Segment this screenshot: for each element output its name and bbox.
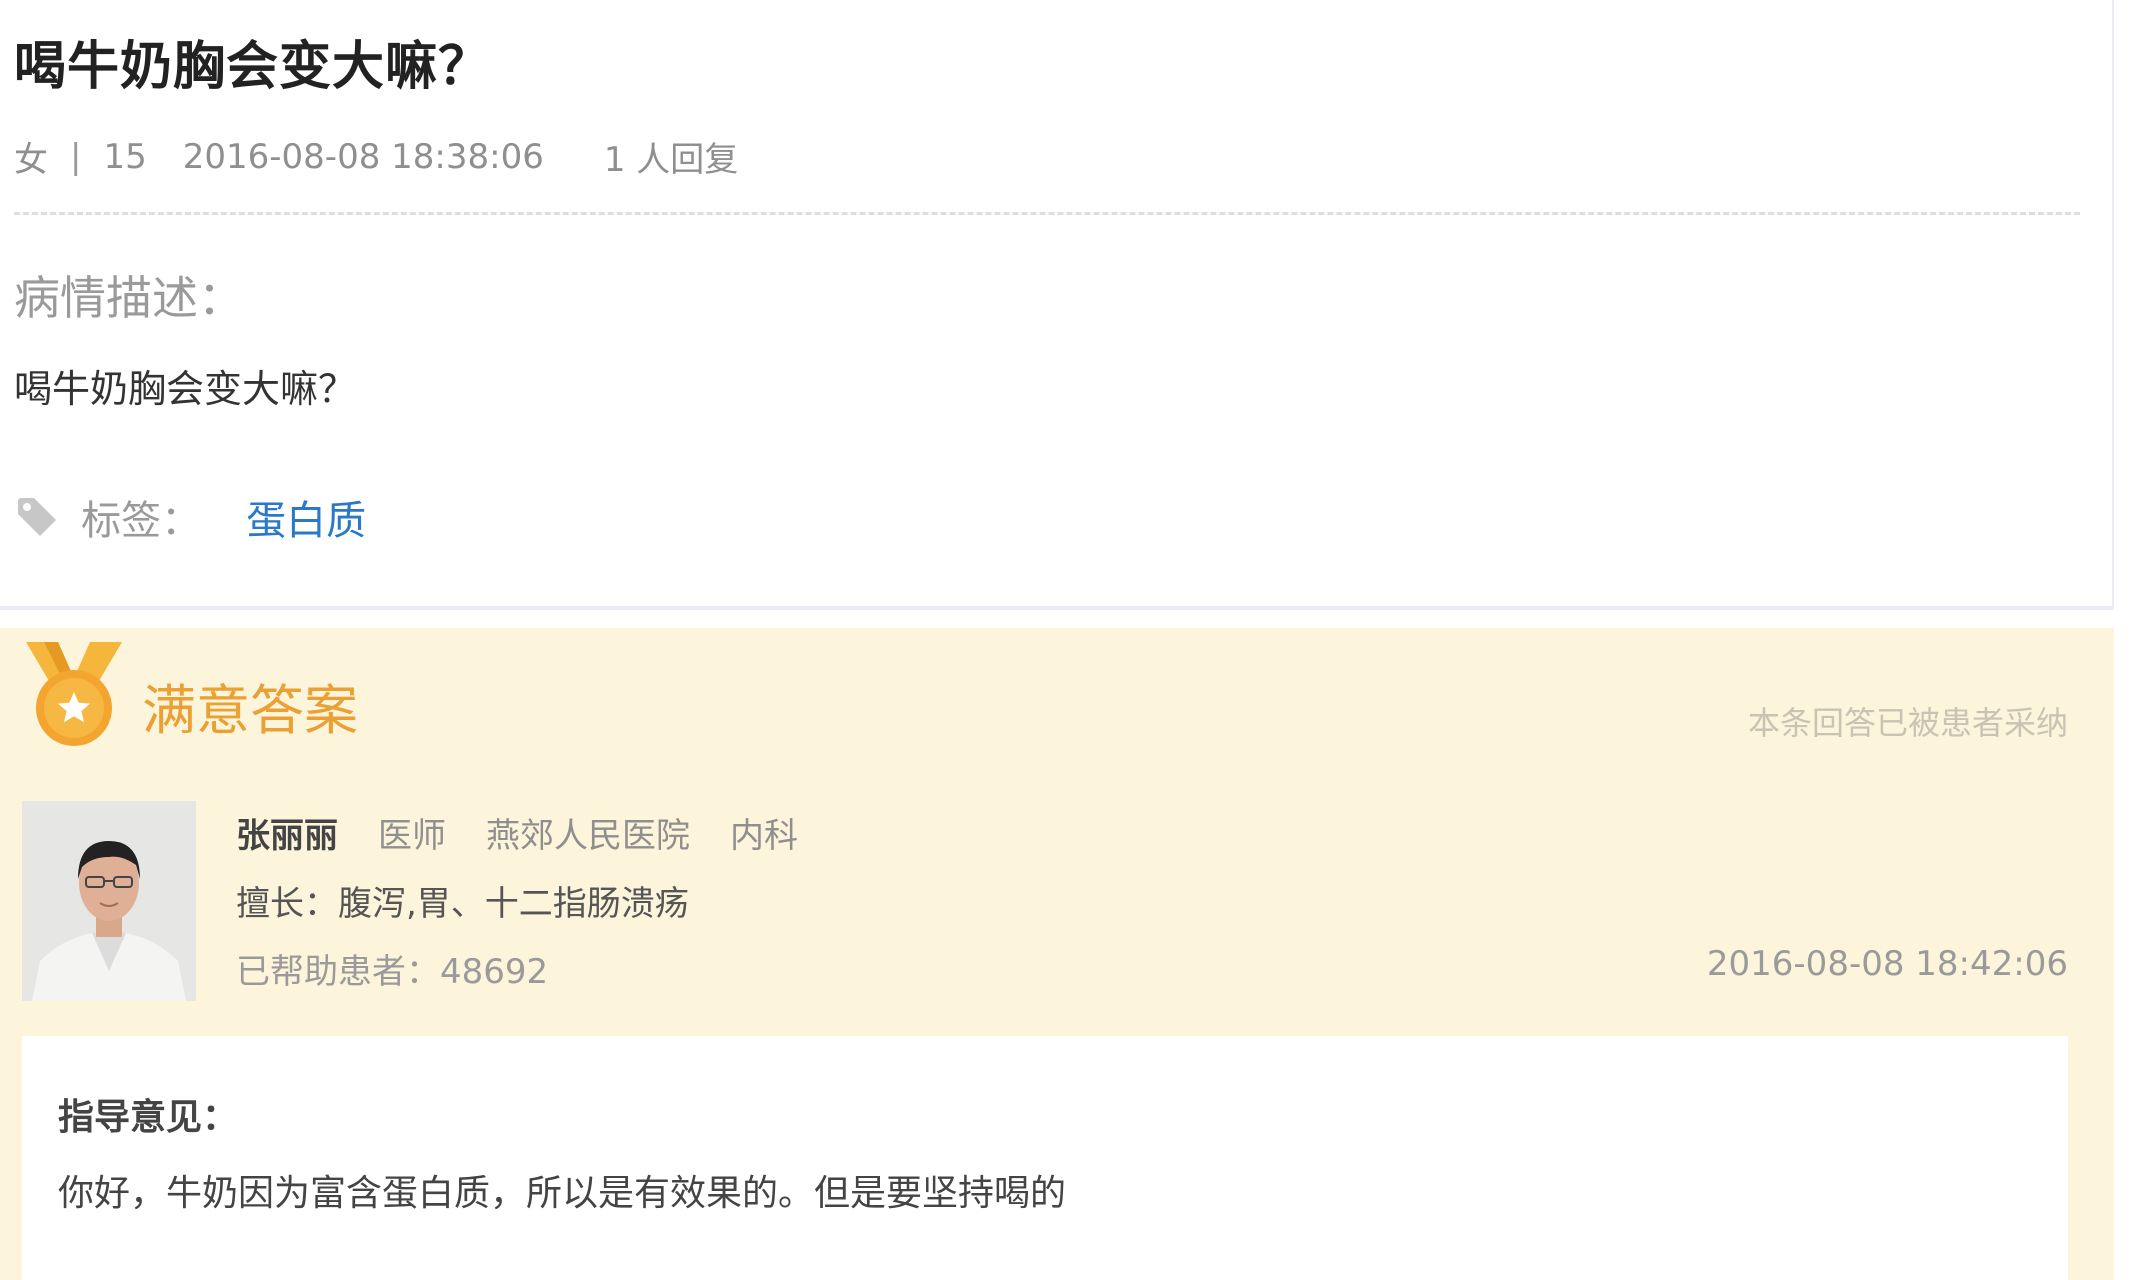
doctor-name[interactable]: 张丽丽 [236, 816, 338, 856]
asker-age: 15 [103, 136, 147, 177]
specialty-text: 腹泻,胃、十二指肠溃疡 [338, 884, 689, 924]
reply-count[interactable]: 1 人回复 [604, 132, 738, 181]
answer-datetime: 2016-08-08 18:42:06 [1706, 944, 2068, 984]
page: 喝牛奶胸会变大嘛？ 女 | 15 2016-08-08 18:38:06 1 人回复 病… [0, 0, 2129, 1280]
dashed-divider [14, 212, 2080, 215]
specialty-label: 擅长： [236, 884, 338, 924]
meta-separator: | [70, 136, 82, 177]
answer-card: 满意答案 本条回答已被患者采纳 张丽丽 医师 燕郊人民医院 内科 擅长：腹泻,胃、十二… [0, 628, 2114, 1280]
description-label: 病情描述： [14, 271, 244, 325]
guidance-text: 你好，牛奶因为富含蛋白质，所以是有效果的。但是要坚持喝的 [58, 1173, 1067, 1214]
guidance-box: 指导意见： 你好，牛奶因为富含蛋白质，所以是有效果的。但是要坚持喝的 [22, 1036, 2068, 1280]
doctor-specialty: 擅长：腹泻,胃、十二指肠溃疡 [236, 876, 689, 925]
doctor-info: 张丽丽 医师 燕郊人民医院 内科 [236, 808, 798, 857]
adopted-note: 本条回答已被患者采纳 [1747, 704, 2068, 742]
doctor-hospital: 燕郊人民医院 [486, 816, 690, 856]
question-meta: 女 | 15 2016-08-08 18:38:06 1 人回复 [14, 132, 738, 181]
doctor-avatar[interactable] [22, 801, 196, 1001]
tag-icon [14, 494, 60, 540]
doctor-title: 医师 [378, 816, 446, 856]
satisfied-answer-title: 满意答案 [142, 679, 358, 742]
doctor-department: 内科 [730, 816, 798, 856]
tags-label: 标签： [81, 498, 202, 544]
tag-row: 标签： 蛋白质 [14, 488, 366, 544]
asker-gender: 女 [14, 140, 48, 180]
question-title: 喝牛奶胸会变大嘛？ [14, 37, 492, 97]
helped-label: 已帮助患者： [236, 952, 440, 992]
medal-star-icon [26, 642, 122, 746]
tag-link-protein[interactable]: 蛋白质 [246, 488, 366, 546]
guidance-label: 指导意见： [58, 1097, 239, 1138]
doctor-helped: 已帮助患者：48692 [236, 944, 548, 993]
question-card: 喝牛奶胸会变大嘛？ 女 | 15 2016-08-08 18:38:06 1 人回复 病… [0, 0, 2114, 610]
description-text: 喝牛奶胸会变大嘛？ [14, 367, 357, 411]
question-datetime: 2016-08-08 18:38:06 [182, 136, 544, 177]
helped-count: 48692 [440, 952, 549, 992]
